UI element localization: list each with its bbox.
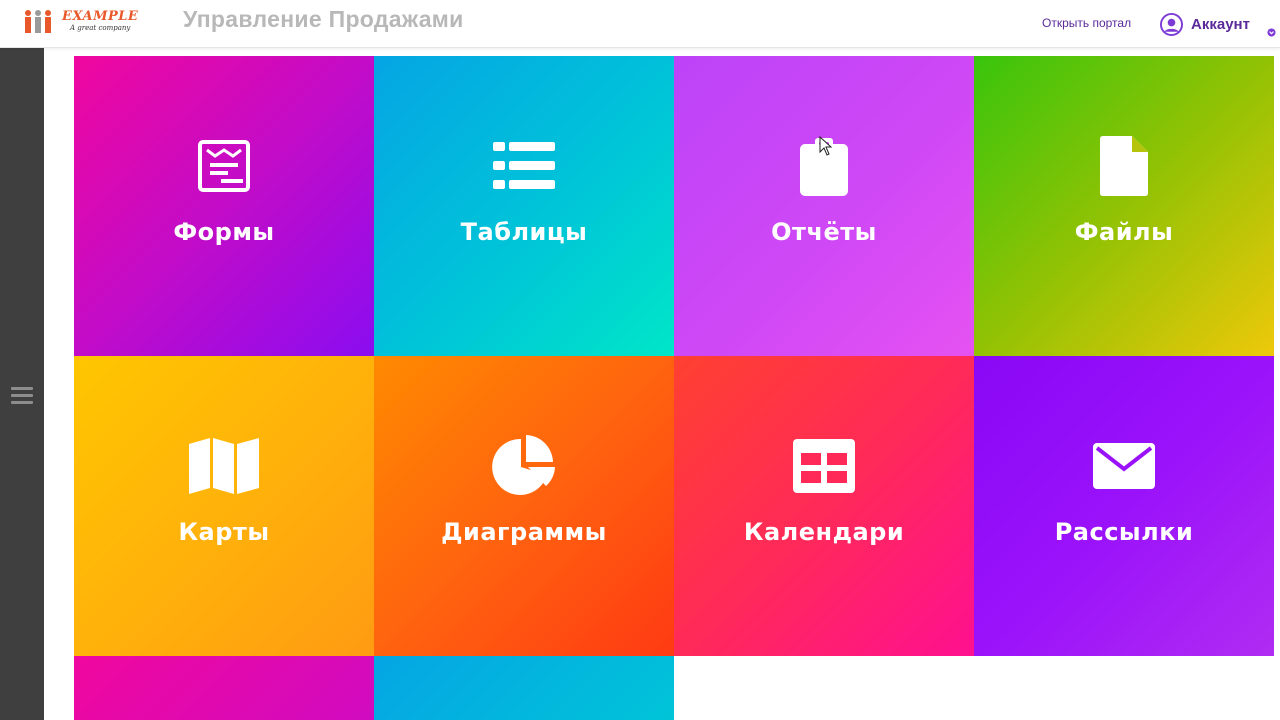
page-title: Управление Продажами [183,6,464,32]
tile-label: Формы [173,218,275,246]
account-menu-button[interactable]: Аккаунт [1160,12,1276,37]
hamburger-icon-line [11,394,33,397]
file-icon [1100,136,1148,196]
app-tile-grid: Формы Таблицы Отчёты Файлы Карты Диаграм… [74,56,1274,720]
user-avatar-icon [1160,12,1183,36]
logo-tagline: A great company [70,24,131,32]
form-icon [198,140,250,192]
logo-text: EXAMPLE [62,9,139,24]
calendar-icon [793,439,855,493]
envelope-icon [1093,443,1155,489]
tile-label: Календари [743,518,905,546]
tile-mailings[interactable]: Рассылки [974,356,1274,656]
mouse-cursor-icon [819,136,833,156]
tile-files[interactable]: Файлы [974,56,1274,356]
chevron-down-icon [1267,28,1276,37]
tile-label: Таблицы [460,218,588,246]
sidebar [0,48,44,720]
list-icon [493,142,555,189]
top-header: EXAMPLE A great company Управление Прода… [0,0,1280,48]
tile-reports[interactable]: Отчёты [674,56,974,356]
tile-label: Карты [178,518,270,546]
tile-partial[interactable] [74,656,374,720]
hamburger-menu-button[interactable] [8,382,36,410]
tile-calendars[interactable]: Календари [674,356,974,656]
map-icon [189,438,259,494]
tile-maps[interactable]: Карты [74,356,374,656]
company-logo[interactable]: EXAMPLE A great company [24,6,146,38]
hamburger-icon-line [11,401,33,404]
tile-label: Файлы [1074,218,1174,246]
tile-partial[interactable] [374,656,674,720]
tile-tables[interactable]: Таблицы [374,56,674,356]
open-portal-link[interactable]: Открыть портал [1042,16,1131,30]
hamburger-icon-line [11,387,33,390]
logo-bars-icon [25,10,51,33]
tile-charts[interactable]: Диаграммы [374,356,674,656]
tile-forms[interactable]: Формы [74,56,374,356]
pie-chart-icon [492,435,555,495]
tile-label: Диаграммы [441,518,607,546]
tile-label: Отчёты [771,218,877,246]
tile-label: Рассылки [1054,518,1194,546]
account-label: Аккаунт [1191,15,1250,33]
